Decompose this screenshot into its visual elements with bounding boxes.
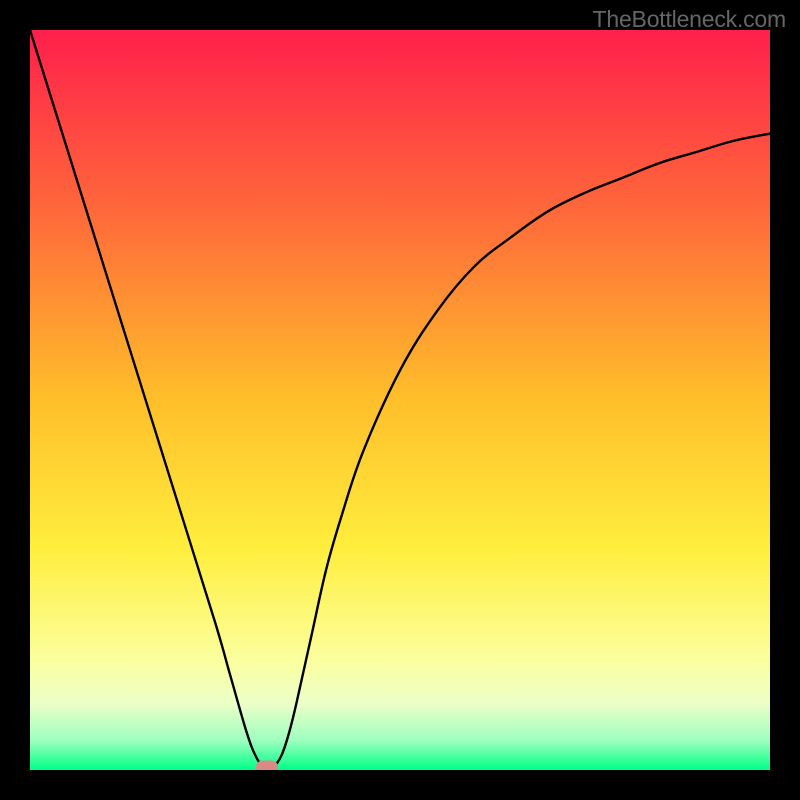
minimum-marker [256,761,278,770]
watermark-text: TheBottleneck.com [593,6,786,33]
curve-layer [30,30,770,770]
plot-area [30,30,770,770]
chart-container: TheBottleneck.com [0,0,800,800]
bottleneck-curve [30,30,770,770]
